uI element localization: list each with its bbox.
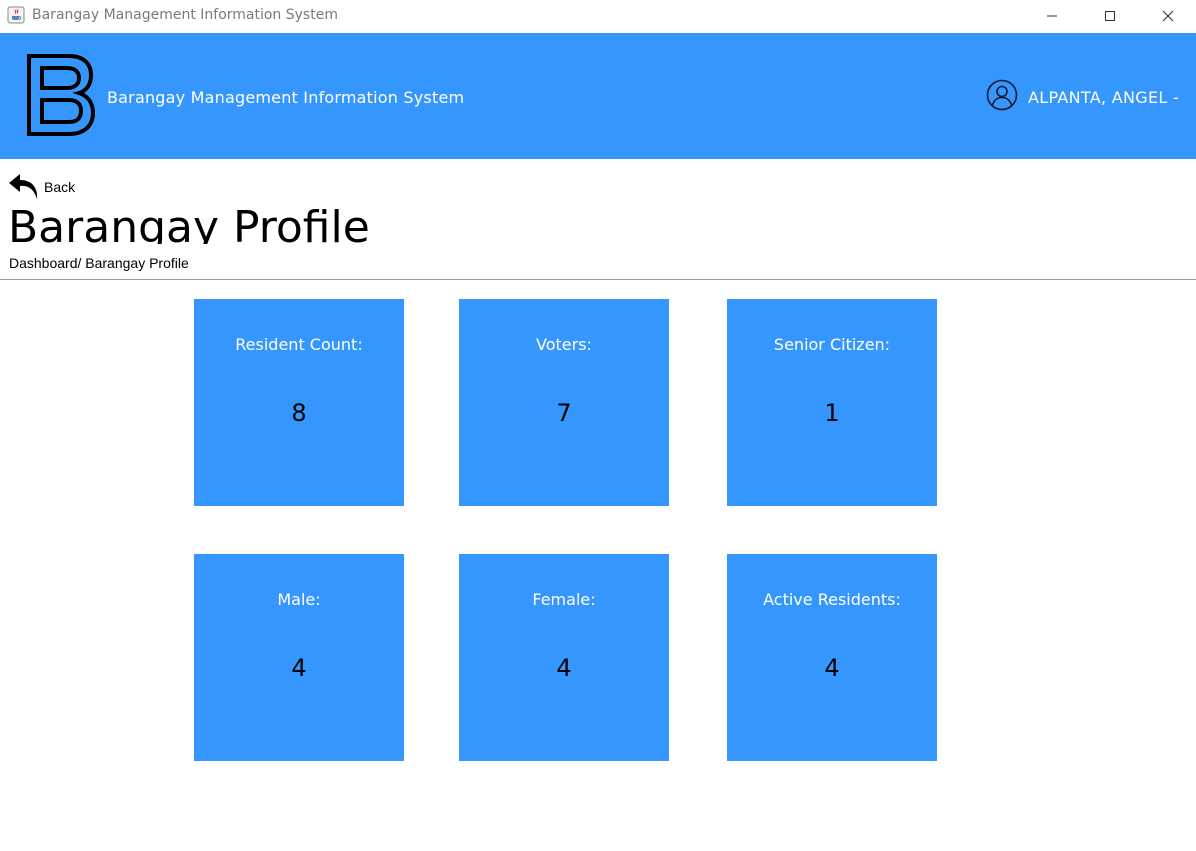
app-header: Barangay Management Information System A… bbox=[0, 33, 1196, 159]
card-value: 8 bbox=[291, 399, 307, 427]
card-value: 4 bbox=[824, 654, 840, 682]
card-label: Voters: bbox=[536, 335, 592, 354]
breadcrumb: Dashboard/ Barangay Profile bbox=[9, 255, 189, 271]
minimize-icon bbox=[1046, 7, 1058, 26]
header-app-name: Barangay Management Information System bbox=[107, 88, 465, 107]
user-name[interactable]: ALPANTA, ANGEL - bbox=[1028, 88, 1179, 107]
card-label: Active Residents: bbox=[763, 590, 901, 609]
back-button[interactable]: Back bbox=[8, 170, 88, 202]
java-cup-icon bbox=[7, 6, 25, 24]
back-label: Back bbox=[44, 179, 76, 195]
card-label: Female: bbox=[532, 590, 596, 609]
senior-citizen-card: Senior Citizen: 1 bbox=[727, 299, 937, 506]
maximize-button[interactable] bbox=[1087, 0, 1133, 32]
window-title: Barangay Management Information System bbox=[32, 7, 338, 23]
male-card: Male: 4 bbox=[194, 554, 404, 761]
card-label: Male: bbox=[277, 590, 321, 609]
close-button[interactable] bbox=[1145, 0, 1191, 32]
user-circle-icon[interactable] bbox=[986, 79, 1018, 111]
app-logo bbox=[25, 53, 96, 137]
card-label: Resident Count: bbox=[235, 335, 363, 354]
resident-count-card: Resident Count: 8 bbox=[194, 299, 404, 506]
female-card: Female: 4 bbox=[459, 554, 669, 761]
card-value: 7 bbox=[556, 399, 572, 427]
card-value: 1 bbox=[824, 399, 840, 427]
header-divider bbox=[0, 279, 1196, 280]
page-title: Barangay Profile bbox=[8, 202, 370, 244]
card-label: Senior Citizen: bbox=[773, 335, 891, 354]
back-arrow-icon bbox=[8, 170, 40, 202]
active-residents-card: Active Residents: 4 bbox=[727, 554, 937, 761]
voters-card: Voters: 7 bbox=[459, 299, 669, 506]
close-icon bbox=[1162, 7, 1174, 26]
card-value: 4 bbox=[291, 654, 307, 682]
maximize-icon bbox=[1104, 7, 1116, 26]
card-value: 4 bbox=[556, 654, 572, 682]
window-titlebar: Barangay Management Information System bbox=[0, 0, 1196, 32]
minimize-button[interactable] bbox=[1029, 0, 1075, 32]
